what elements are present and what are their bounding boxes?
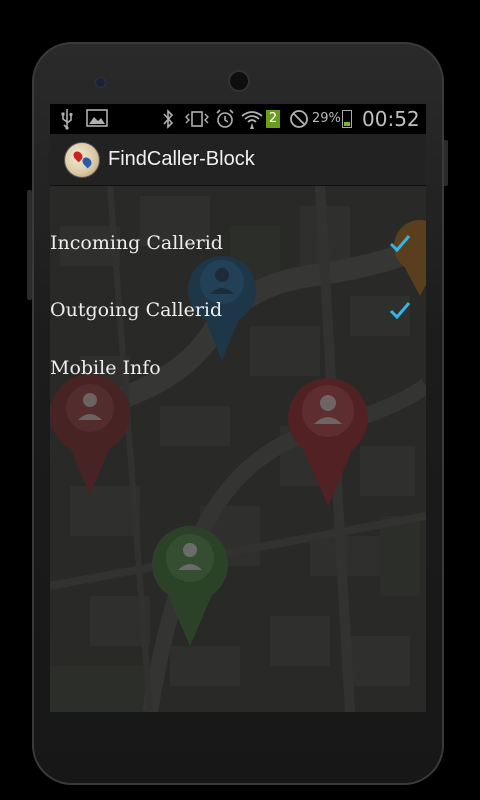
alarm-icon <box>214 108 236 136</box>
pref-outgoing-callerid[interactable]: Outgoing Callerid <box>50 285 426 339</box>
wifi-icon <box>240 108 264 136</box>
screen: 2 29% 00:52 FindCaller-Block Incoming Ca… <box>50 104 426 712</box>
clock: 00:52 <box>362 107 420 131</box>
app-icon-pin-blue <box>80 155 94 169</box>
action-bar: FindCaller-Block <box>50 134 426 186</box>
front-sensor <box>96 78 105 87</box>
bluetooth-icon <box>162 108 174 136</box>
status-bar: 2 29% 00:52 <box>50 104 426 134</box>
battery-percent: 29% <box>312 111 341 126</box>
front-camera <box>228 70 250 92</box>
pref-label: Outgoing Callerid <box>50 299 223 321</box>
app-icon[interactable] <box>64 142 100 178</box>
battery-icon <box>342 110 352 128</box>
usb-icon <box>60 108 74 136</box>
vibrate-icon <box>184 108 210 136</box>
pref-mobile-info[interactable]: Mobile Info <box>50 343 426 397</box>
app-title: FindCaller-Block <box>108 148 255 170</box>
no-signal-icon <box>288 108 310 136</box>
preferences-list: Incoming Callerid Outgoing Callerid Mobi… <box>50 186 426 712</box>
battery-level <box>344 122 350 126</box>
pref-incoming-callerid[interactable]: Incoming Callerid <box>50 218 426 272</box>
image-icon <box>86 108 108 134</box>
checkmark-icon[interactable] <box>388 232 412 254</box>
sim-icon: 2 <box>266 110 280 128</box>
pref-label: Incoming Callerid <box>50 232 223 254</box>
checkmark-icon[interactable] <box>388 299 412 321</box>
pref-label: Mobile Info <box>50 357 161 379</box>
